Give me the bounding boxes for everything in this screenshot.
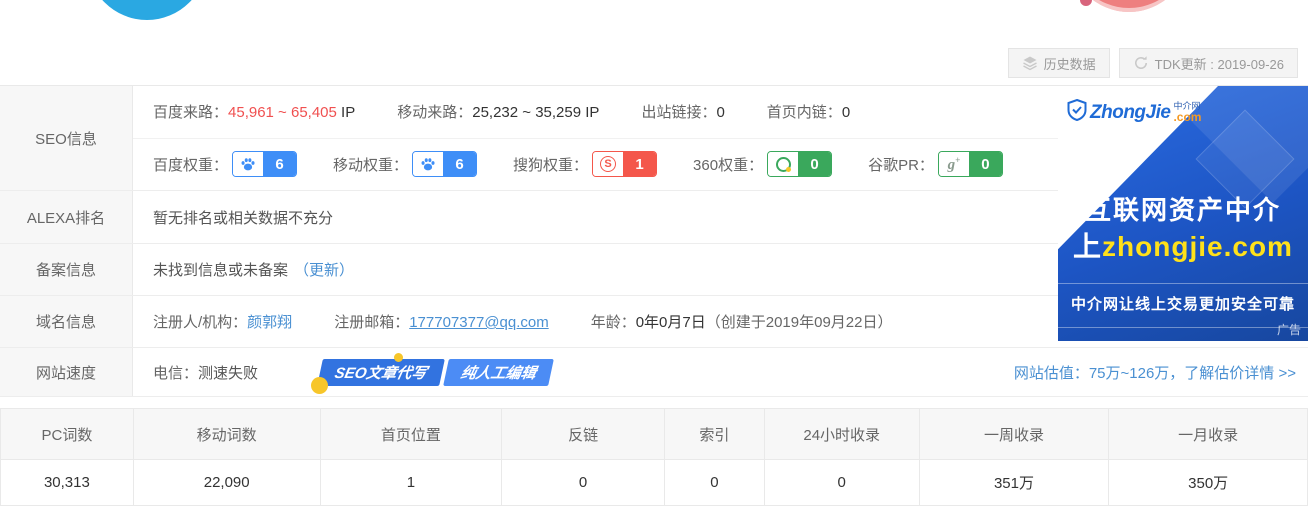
google-pr: 谷歌PR： g+ 0 <box>868 151 1003 177</box>
header-backlinks: 反链 <box>502 409 665 459</box>
value-homepage-position: 1 <box>321 460 503 505</box>
zhongjie-ad-banner[interactable]: ZhongJie 中介网 .com 互联网资产中介 上zhongjie.com … <box>1058 86 1308 341</box>
site-speed-row-label: 网站速度 <box>0 348 133 396</box>
layers-icon <box>1022 55 1038 71</box>
360-weight: 360权重： 0 <box>693 151 832 177</box>
sogou-s-icon: S <box>593 152 623 176</box>
baidu-weight-badge[interactable]: 6 <box>232 151 297 177</box>
domain-info-row-label: 域名信息 <box>0 296 133 347</box>
ad-divider <box>1058 327 1308 328</box>
value-pc-words: 30,313 <box>1 460 134 505</box>
shield-icon <box>1067 99 1087 126</box>
icp-update-link[interactable]: （更新） <box>294 259 354 280</box>
decor-dot <box>1080 0 1092 6</box>
baidu-traffic: 百度来路：45,961 ~ 65,405 IP <box>153 101 355 122</box>
ad-mark-label: 广告 <box>1277 321 1301 338</box>
google-g-plus-icon: g+ <box>939 152 969 176</box>
topbar: 历史数据 TDK更新 : 2019-09-26 <box>1008 48 1298 78</box>
ad-tagline: 中介网让线上交易更加安全可靠 <box>1058 293 1308 314</box>
site-info-panel: SEO信息 百度来路：45,961 ~ 65,405 IP 移动来路：25,23… <box>0 85 1308 397</box>
keyword-table-header-row: PC词数 移动词数 首页位置 反链 索引 24小时收录 一周收录 一月收录 <box>1 409 1307 460</box>
value-week-indexed: 351万 <box>920 460 1110 505</box>
history-data-button[interactable]: 历史数据 <box>1008 48 1110 78</box>
baidu-weight-value: 6 <box>263 152 296 176</box>
baidu-traffic-value: 45,961 ~ 65,405 <box>228 104 337 121</box>
baidu-paw-icon <box>413 152 443 176</box>
promo-left-text: SEO文章代写 <box>317 359 444 386</box>
outbound-links: 出站链接：0 <box>641 101 724 122</box>
baidu-paw-icon <box>233 152 263 176</box>
registrant-link[interactable]: 颜郭翔 <box>247 314 292 331</box>
seo-article-promo-banner[interactable]: SEO文章代写 纯人工编辑 <box>320 359 551 386</box>
sogou-weight-badge[interactable]: S 1 <box>592 151 657 177</box>
ad-divider <box>1058 283 1308 284</box>
domain-age: 年龄：0年0月7日（创建于2019年09月22日） <box>591 311 893 332</box>
value-backlinks: 0 <box>502 460 665 505</box>
value-mobile-words: 22,090 <box>134 460 321 505</box>
icp-record-row-label: 备案信息 <box>0 244 133 295</box>
promo-dot-icon <box>394 353 403 362</box>
value-month-indexed: 350万 <box>1109 460 1307 505</box>
mobile-weight-badge[interactable]: 6 <box>412 151 477 177</box>
brand-name: ZhongJie <box>1090 102 1170 124</box>
homepage-inlinks: 首页内链：0 <box>767 101 850 122</box>
ad-headline: 互联网资产中介 <box>1058 190 1308 227</box>
keyword-stats-table: PC词数 移动词数 首页位置 反链 索引 24小时收录 一周收录 一月收录 30… <box>0 408 1308 506</box>
ad-domain-text: zhongjie.com <box>1102 231 1293 262</box>
sogou-weight-value: 1 <box>623 152 656 176</box>
header-month-indexed: 一月收录 <box>1109 409 1307 459</box>
site-valuation-link[interactable]: 网站估值：75万~126万，了解估价详情 >> <box>1014 362 1296 383</box>
header-mobile-words: 移动词数 <box>134 409 321 459</box>
history-data-label: 历史数据 <box>1044 54 1096 73</box>
baidu-weight: 百度权重： 6 <box>153 151 297 177</box>
brand-com: .com <box>1173 111 1201 123</box>
site-info-page: 历史数据 TDK更新 : 2019-09-26 SEO信息 百度来路：45,96… <box>0 0 1308 511</box>
site-logo-circle <box>87 0 207 20</box>
mobile-weight: 移动权重： 6 <box>333 151 477 177</box>
mobile-weight-value: 6 <box>443 152 476 176</box>
promo-dot-icon <box>311 377 328 394</box>
mobile-traffic: 移动来路：25,232 ~ 35,259 IP <box>397 101 599 122</box>
360-weight-value: 0 <box>798 152 831 176</box>
seo-info-row-label: SEO信息 <box>0 86 133 190</box>
alexa-rank-value: 暂无排名或相关数据不充分 <box>153 207 333 228</box>
header-week-indexed: 一周收录 <box>920 409 1110 459</box>
icp-record-value: 未找到信息或未备案 <box>153 259 288 280</box>
tdk-update-label: TDK更新 : 2019-09-26 <box>1155 54 1284 73</box>
register-email-link[interactable]: 177707377@qq.com <box>409 314 549 331</box>
value-index: 0 <box>665 460 765 505</box>
tdk-update-button[interactable]: TDK更新 : 2019-09-26 <box>1119 48 1298 78</box>
google-pr-badge[interactable]: g+ 0 <box>938 151 1003 177</box>
site-speed-row: 网站速度 电信：测速失败 SEO文章代写 纯人工编辑 网站估值：75万~126万… <box>0 348 1308 397</box>
google-pr-value: 0 <box>969 152 1002 176</box>
alexa-rank-row-label: ALEXA排名 <box>0 191 133 243</box>
header-pc-words: PC词数 <box>1 409 134 459</box>
360-ring-icon <box>768 152 798 176</box>
promo-right-text: 纯人工编辑 <box>443 359 554 386</box>
ad-subline: 上zhongjie.com <box>1058 225 1308 265</box>
header-24h-indexed: 24小时收录 <box>765 409 920 459</box>
register-email: 注册邮箱：177707377@qq.com <box>334 311 549 332</box>
keyword-table-value-row: 30,313 22,090 1 0 0 0 351万 350万 <box>1 460 1307 505</box>
refresh-icon <box>1133 55 1149 71</box>
registrant: 注册人/机构：颜郭翔 <box>153 311 292 332</box>
header-homepage-position: 首页位置 <box>321 409 503 459</box>
telecom-speed: 电信：测速失败 <box>153 362 258 383</box>
sogou-weight: 搜狗权重： S 1 <box>513 151 657 177</box>
value-24h-indexed: 0 <box>765 460 920 505</box>
domain-created-note: （创建于2019年09月22日） <box>706 314 893 331</box>
header-index: 索引 <box>665 409 765 459</box>
zhongjie-logo: ZhongJie 中介网 .com <box>1067 99 1201 126</box>
mobile-traffic-value: 25,232 ~ 35,259 <box>472 104 581 121</box>
360-weight-badge[interactable]: 0 <box>767 151 832 177</box>
